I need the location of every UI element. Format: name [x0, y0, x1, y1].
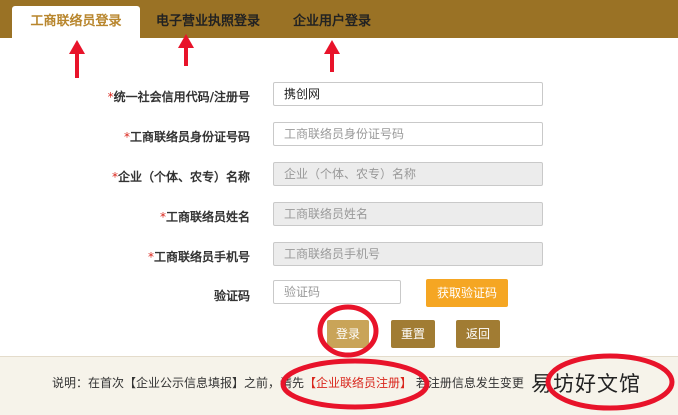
tab-bar: 工商联络员登录 电子营业执照登录 企业用户登录 — [0, 0, 678, 38]
footer-note-prefix: 说明：在首次【企业公示信息填报】之前，请先 — [52, 376, 305, 390]
liaison-register-link[interactable]: 【企业联络员注册】 — [304, 376, 412, 390]
company-name-label: *企业（个体、农专）名称 — [112, 168, 250, 185]
captcha-input[interactable]: 验证码 — [273, 280, 401, 304]
credit-code-input[interactable]: 携创网 — [273, 82, 543, 106]
reset-button[interactable]: 重置 — [391, 320, 435, 348]
annotation-arrow-2 — [178, 34, 194, 66]
phone-label-text: 工商联络员手机号 — [153, 250, 250, 264]
liaison-name-label-text: 工商联络员姓名 — [165, 210, 250, 224]
footer-note-suffix: 若注册信息发生变更 — [412, 376, 524, 390]
id-number-input[interactable]: 工商联络员身份证号码 — [273, 122, 543, 146]
company-name-label-text: 企业（个体、农专）名称 — [117, 170, 250, 184]
company-name-input: 企业（个体、农专）名称 — [273, 162, 543, 186]
id-number-label-text: 工商联络员身份证号码 — [129, 130, 250, 144]
phone-label: *工商联络员手机号 — [148, 248, 250, 265]
liaison-name-input: 工商联络员姓名 — [273, 202, 543, 226]
credit-code-label: *统一社会信用代码/注册号 — [108, 88, 250, 105]
watermark-text: 易坊好文馆 — [531, 372, 641, 396]
footer-note: 说明：在首次【企业公示信息填报】之前，请先【企业联络员注册】 若注册信息发生变更 — [52, 374, 524, 391]
tab-e-license-login[interactable]: 电子营业执照登录 — [146, 6, 270, 38]
captcha-label: 验证码 — [213, 289, 250, 303]
back-button[interactable]: 返回 — [456, 320, 500, 348]
login-button[interactable]: 登录 — [327, 320, 369, 348]
annotation-arrow-3 — [324, 40, 340, 72]
annotation-arrow-1 — [69, 40, 85, 78]
tab-enterprise-login[interactable]: 企业用户登录 — [282, 6, 382, 38]
tab-liaison-login[interactable]: 工商联络员登录 — [12, 6, 140, 38]
phone-input: 工商联络员手机号 — [273, 242, 543, 266]
get-code-button[interactable]: 获取验证码 — [426, 279, 508, 307]
id-number-label: *工商联络员身份证号码 — [124, 128, 250, 145]
liaison-name-label: *工商联络员姓名 — [160, 208, 250, 225]
credit-code-label-text: 统一社会信用代码/注册号 — [113, 90, 250, 104]
